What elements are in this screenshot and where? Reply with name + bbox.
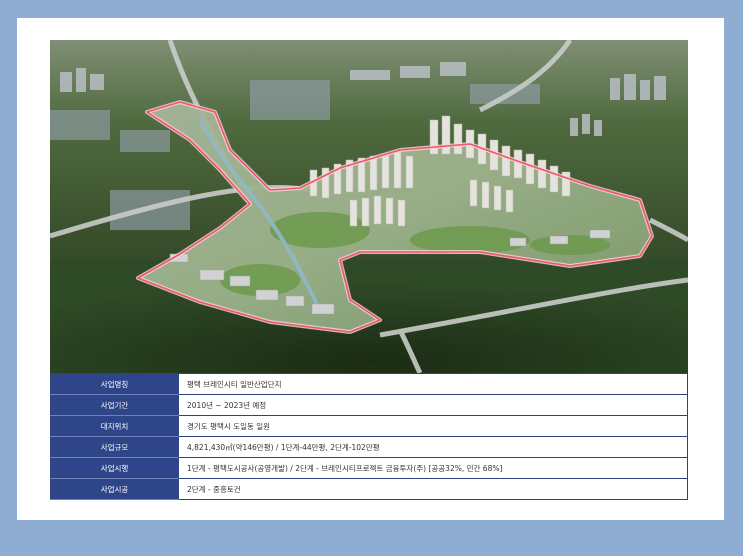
row-value-project-scale: 4,821,430㎡(약146만평) / 1단계-44만평, 2단계-102만평 [178, 436, 688, 458]
row-label-project-name: 사업명칭 [50, 373, 179, 395]
row-label-site-location: 대지위치 [50, 415, 179, 437]
aerial-site-image [50, 40, 688, 373]
table-row: 사업명칭 평택 브레인시티 일반산업단지 [50, 373, 688, 395]
row-value-construction: 2단계 - 중흥토건 [178, 478, 688, 500]
table-row: 사업시행 1단계 - 평택도시공사(공영개발) / 2단계 - 브레인시티프로젝… [50, 457, 688, 479]
row-value-site-location: 경기도 평택시 도일동 일원 [178, 415, 688, 437]
row-label-project-period: 사업기간 [50, 394, 179, 416]
table-row: 사업시공 2단계 - 중흥토건 [50, 478, 688, 500]
table-row: 사업기간 2010년 ~ 2023년 예정 [50, 394, 688, 416]
row-label-project-scale: 사업규모 [50, 436, 179, 458]
row-value-project-executor: 1단계 - 평택도시공사(공영개발) / 2단계 - 브레인시티프로젝트 금융투… [178, 457, 688, 479]
table-row: 대지위치 경기도 평택시 도일동 일원 [50, 415, 688, 437]
row-label-project-executor: 사업시행 [50, 457, 179, 479]
table-row: 사업규모 4,821,430㎡(약146만평) / 1단계-44만평, 2단계-… [50, 436, 688, 458]
row-value-project-period: 2010년 ~ 2023년 예정 [178, 394, 688, 416]
content-card: 사업명칭 평택 브레인시티 일반산업단지 사업기간 2010년 ~ 2023년 … [17, 18, 724, 520]
project-info-table: 사업명칭 평택 브레인시티 일반산업단지 사업기간 2010년 ~ 2023년 … [50, 373, 688, 500]
row-label-construction: 사업시공 [50, 478, 179, 500]
row-value-project-name: 평택 브레인시티 일반산업단지 [178, 373, 688, 395]
